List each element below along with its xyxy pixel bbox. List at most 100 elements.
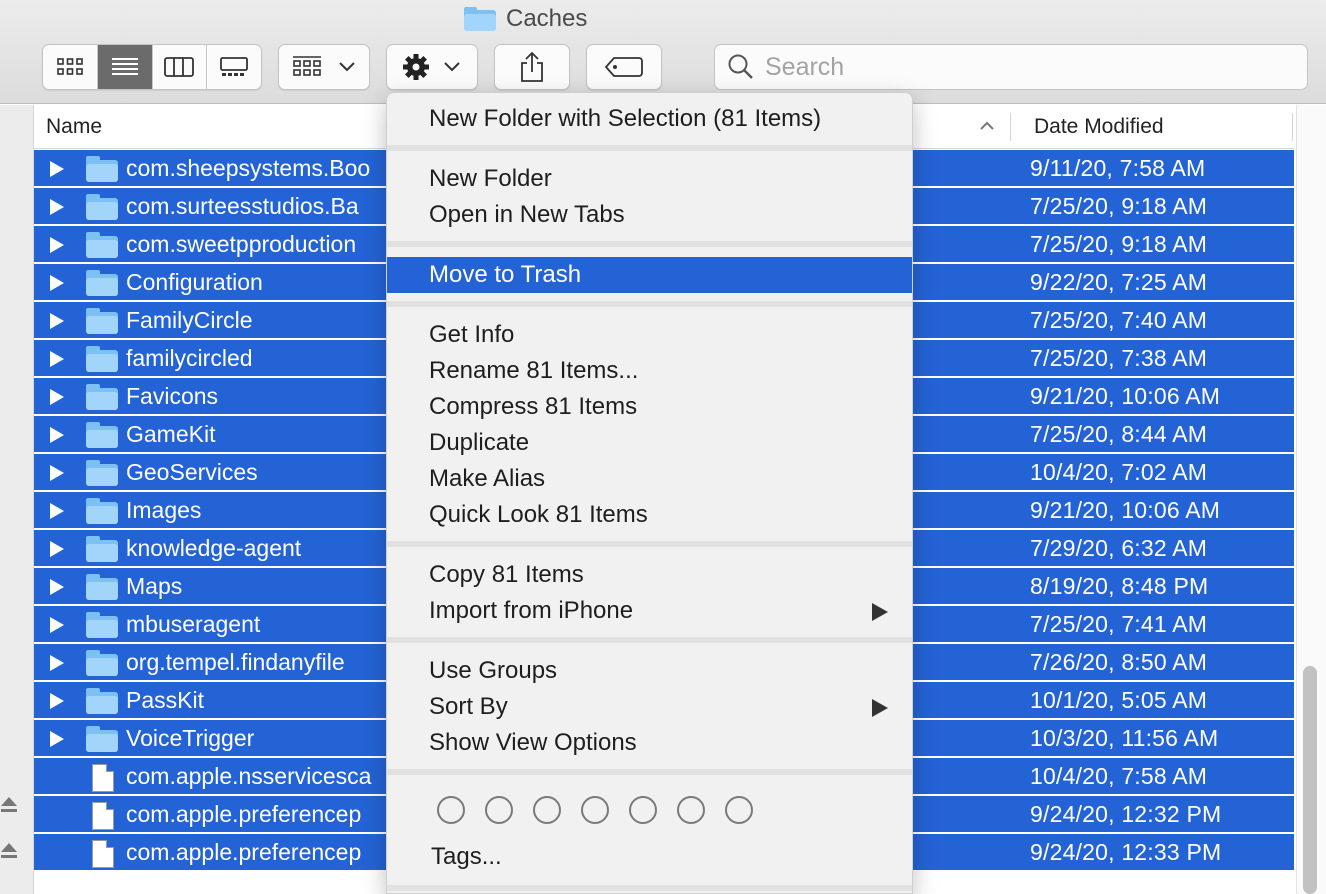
menu-item-rename[interactable]: Rename 81 Items... bbox=[387, 353, 912, 389]
menu-item-make-alias[interactable]: Make Alias bbox=[387, 461, 912, 497]
edit-tags-button[interactable] bbox=[586, 44, 662, 90]
menu-separator bbox=[387, 145, 912, 151]
file-name: VoiceTrigger bbox=[126, 725, 255, 751]
gear-icon bbox=[403, 54, 429, 80]
date-modified: 8/19/20, 8:48 PM bbox=[1030, 573, 1209, 599]
window-title: Caches bbox=[464, 4, 587, 34]
menu-separator bbox=[387, 301, 912, 307]
disclosure-triangle-icon[interactable] bbox=[50, 313, 64, 329]
tag-color-option[interactable] bbox=[581, 796, 609, 824]
gallery-view-icon bbox=[220, 57, 249, 76]
menu-item-new-folder[interactable]: New Folder bbox=[387, 161, 912, 197]
date-modified: 7/25/20, 8:44 AM bbox=[1030, 421, 1208, 447]
date-modified: 9/11/20, 7:58 AM bbox=[1030, 155, 1206, 181]
file-name: org.tempel.findanyfile bbox=[126, 649, 345, 675]
menu-item-use-groups[interactable]: Use Groups bbox=[387, 653, 912, 689]
date-modified: 7/25/20, 9:18 AM bbox=[1030, 193, 1208, 219]
disclosure-triangle-icon[interactable] bbox=[50, 275, 64, 291]
file-name: Favicons bbox=[126, 383, 219, 409]
tag-color-option[interactable] bbox=[677, 796, 705, 824]
menu-item-label: Sort By bbox=[429, 693, 508, 720]
list-view-icon bbox=[111, 58, 138, 75]
menu-item-import-from-iphone[interactable]: Import from iPhone bbox=[387, 593, 912, 629]
chevron-up-icon[interactable] bbox=[978, 119, 996, 133]
file-name: com.surteesstudios.Ba bbox=[126, 193, 359, 219]
gallery-view-button[interactable] bbox=[207, 45, 261, 89]
menu-item-open-in-new-tabs[interactable]: Open in New Tabs bbox=[387, 197, 912, 233]
chevron-down-icon bbox=[444, 62, 460, 72]
date-modified: 7/25/20, 9:18 AM bbox=[1030, 231, 1208, 257]
disclosure-triangle-icon[interactable] bbox=[50, 579, 64, 595]
disclosure-triangle-icon[interactable] bbox=[50, 389, 64, 405]
disclosure-triangle-icon[interactable] bbox=[50, 465, 64, 481]
search-input[interactable] bbox=[765, 52, 1307, 82]
disclosure-triangle-icon[interactable] bbox=[50, 503, 64, 519]
menu-item-show-view-options[interactable]: Show View Options bbox=[387, 725, 912, 761]
folder-icon bbox=[86, 460, 118, 486]
file-name: GameKit bbox=[126, 421, 216, 447]
eject-icon[interactable] bbox=[0, 841, 18, 861]
folder-icon bbox=[86, 346, 118, 372]
disclosure-triangle-icon[interactable] bbox=[50, 351, 64, 367]
tag-color-option[interactable] bbox=[533, 796, 561, 824]
icon-view-button[interactable] bbox=[43, 45, 98, 89]
date-modified: 10/4/20, 7:58 AM bbox=[1030, 763, 1208, 789]
column-header-date-modified[interactable]: Date Modified bbox=[1034, 105, 1164, 149]
search-field[interactable] bbox=[714, 44, 1308, 90]
file-name: Configuration bbox=[126, 269, 263, 295]
disclosure-triangle-icon[interactable] bbox=[50, 237, 64, 253]
toolbar: Caches bbox=[0, 0, 1326, 104]
menu-item-copy[interactable]: Copy 81 Items bbox=[387, 557, 912, 593]
tag-color-option[interactable] bbox=[437, 796, 465, 824]
date-modified: 10/3/20, 11:56 AM bbox=[1030, 725, 1219, 751]
folder-icon bbox=[86, 612, 118, 638]
disclosure-triangle-icon[interactable] bbox=[50, 731, 64, 747]
submenu-arrow-icon bbox=[872, 699, 888, 717]
tag-color-option[interactable] bbox=[485, 796, 513, 824]
list-view-button[interactable] bbox=[97, 45, 153, 89]
column-header-name[interactable]: Name bbox=[46, 105, 102, 149]
icon-view-icon bbox=[57, 58, 83, 75]
menu-item-quick-look[interactable]: Quick Look 81 Items bbox=[387, 497, 912, 533]
disclosure-triangle-icon[interactable] bbox=[50, 655, 64, 671]
menu-item-get-info[interactable]: Get Info bbox=[387, 317, 912, 353]
column-view-button[interactable] bbox=[153, 45, 208, 89]
folder-icon bbox=[86, 536, 118, 562]
menu-item-sort-by[interactable]: Sort By bbox=[387, 689, 912, 725]
view-mode-control bbox=[42, 44, 262, 90]
submenu-arrow-icon bbox=[872, 603, 888, 621]
tag-color-option[interactable] bbox=[725, 796, 753, 824]
menu-item-compress[interactable]: Compress 81 Items bbox=[387, 389, 912, 425]
disclosure-triangle-icon[interactable] bbox=[50, 161, 64, 177]
file-name: com.sweetpproduction bbox=[126, 231, 357, 257]
share-button[interactable] bbox=[494, 44, 570, 90]
disclosure-triangle-icon[interactable] bbox=[50, 617, 64, 633]
file-name: knowledge-agent bbox=[126, 535, 302, 561]
date-modified: 9/24/20, 12:32 PM bbox=[1030, 801, 1222, 827]
column-divider[interactable] bbox=[1292, 113, 1293, 141]
action-context-menu: New Folder with Selection (81 Items) New… bbox=[386, 92, 913, 894]
group-by-button[interactable] bbox=[278, 44, 370, 90]
document-icon bbox=[86, 802, 118, 830]
file-name: Maps bbox=[126, 573, 183, 599]
document-icon bbox=[86, 764, 118, 792]
date-modified: 9/22/20, 7:25 AM bbox=[1030, 269, 1208, 295]
tag-color-option[interactable] bbox=[629, 796, 657, 824]
folder-icon bbox=[86, 574, 118, 600]
disclosure-triangle-icon[interactable] bbox=[50, 693, 64, 709]
action-menu-button[interactable] bbox=[386, 44, 478, 90]
column-divider[interactable] bbox=[1010, 113, 1011, 141]
disclosure-triangle-icon[interactable] bbox=[50, 541, 64, 557]
scrollbar-thumb[interactable] bbox=[1303, 666, 1317, 894]
disclosure-triangle-icon[interactable] bbox=[50, 199, 64, 215]
eject-icon[interactable] bbox=[0, 795, 18, 815]
menu-item-duplicate[interactable]: Duplicate bbox=[387, 425, 912, 461]
folder-icon bbox=[86, 422, 118, 448]
menu-item-move-to-trash[interactable]: Move to Trash bbox=[387, 257, 912, 293]
column-header-date-label: Date Modified bbox=[1034, 115, 1164, 138]
file-name: com.sheepsystems.Boo bbox=[126, 155, 371, 181]
menu-item-new-folder-with-selection[interactable]: New Folder with Selection (81 Items) bbox=[387, 101, 912, 137]
menu-item-tags[interactable]: Tags... bbox=[387, 839, 912, 875]
disclosure-triangle-icon[interactable] bbox=[50, 427, 64, 443]
file-name: com.apple.nsservicesca bbox=[126, 763, 372, 789]
